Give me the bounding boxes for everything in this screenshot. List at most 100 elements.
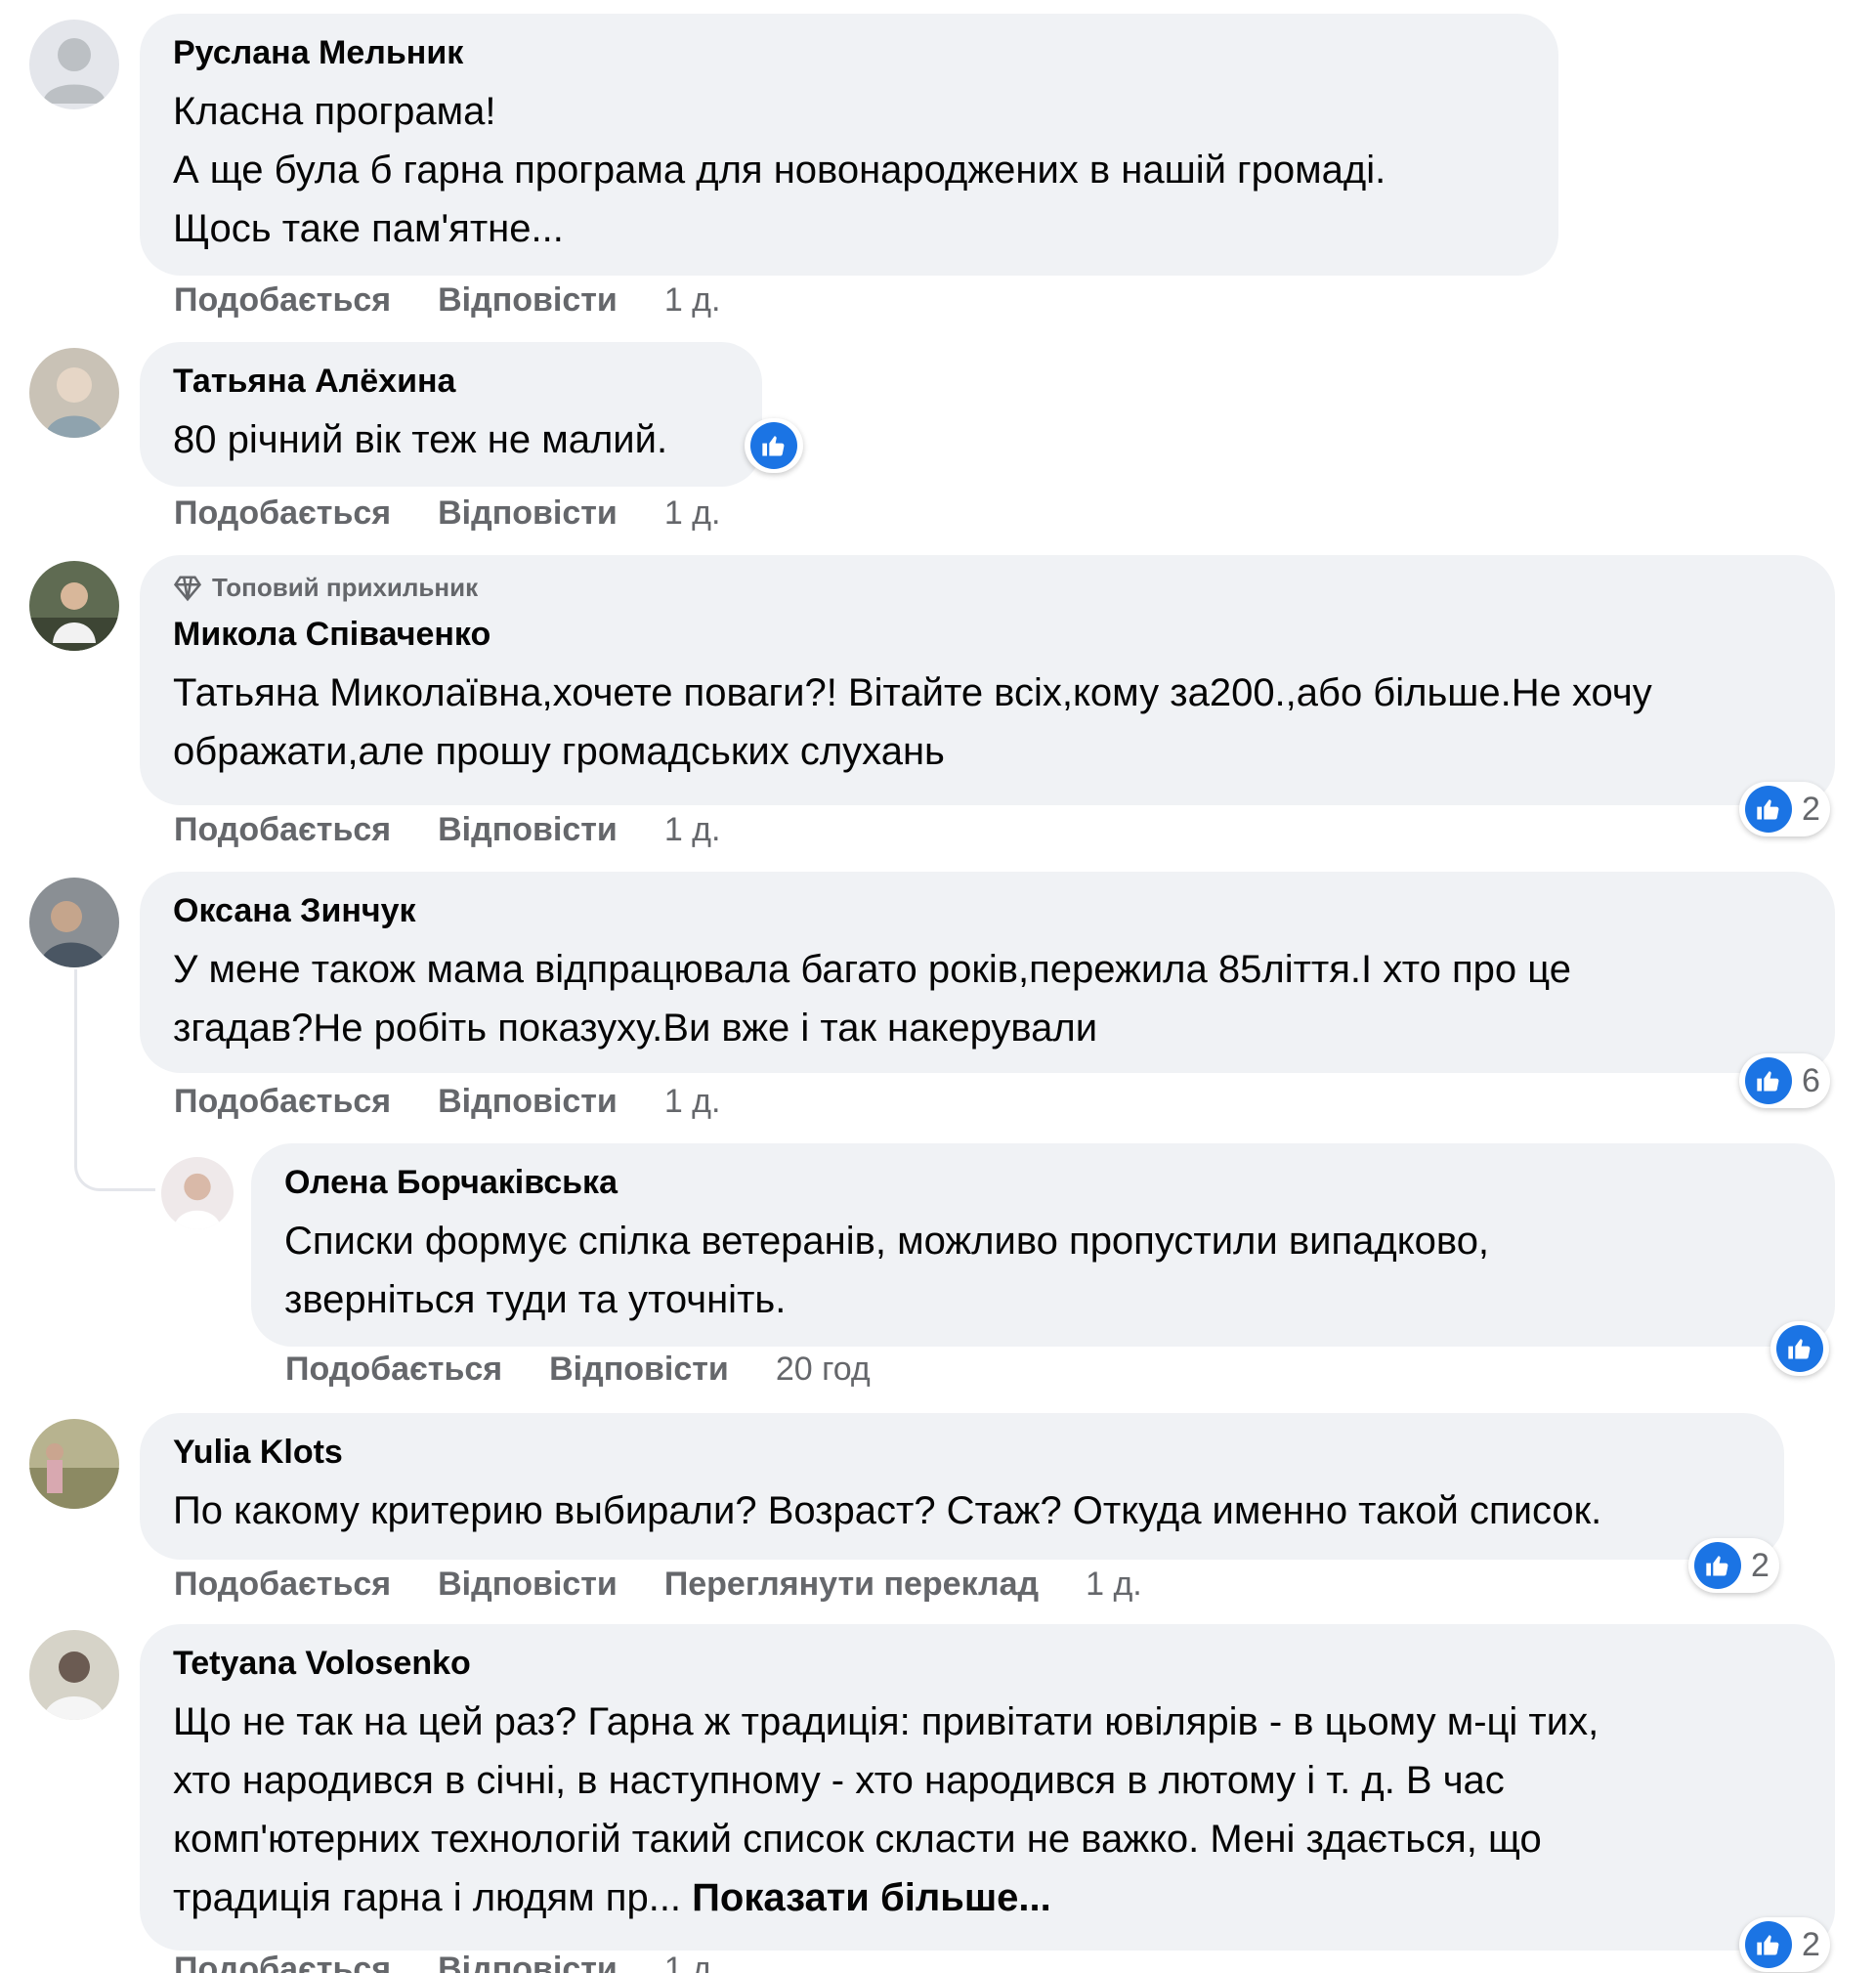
comment-line: А ще була б гарна програма для новонарод… bbox=[173, 149, 1386, 192]
reply-bubble: Олена Борчаківська Списки формує спілка … bbox=[251, 1143, 1835, 1347]
commenter-avatar[interactable] bbox=[29, 20, 119, 109]
user-photo bbox=[161, 1157, 234, 1229]
reply-button[interactable]: Відповісти bbox=[438, 811, 618, 849]
comment-timestamp[interactable]: 1 д. bbox=[664, 811, 721, 849]
comment-author[interactable]: Tetyana Volosenko bbox=[173, 1642, 1802, 1685]
comment-text: У мене також мама відпрацювала багато ро… bbox=[173, 940, 1802, 1057]
top-fan-label: Топовий прихильник bbox=[212, 573, 479, 602]
reply-button[interactable]: Відповісти bbox=[549, 1351, 729, 1389]
like-reaction-icon bbox=[1745, 1921, 1792, 1968]
truncated-text: традиція гарна і людям пр... bbox=[173, 1876, 682, 1919]
reaction-count: 2 bbox=[1751, 1546, 1769, 1584]
comment-timestamp[interactable]: 1 д. bbox=[664, 281, 721, 320]
comment-actions: Подобається Відповісти 1 д. bbox=[174, 494, 767, 533]
commenter-avatar[interactable] bbox=[29, 1419, 119, 1509]
like-button[interactable]: Подобається bbox=[285, 1351, 502, 1389]
like-reaction-icon bbox=[750, 422, 797, 469]
top-fan-badge[interactable]: Топовий прихильник bbox=[173, 573, 1802, 603]
comment-line: згадав?Не робіть показуху.Ви вже і так н… bbox=[173, 1007, 1098, 1050]
comment-text: Татьяна Миколаївна,хочете поваги?! Вітай… bbox=[173, 664, 1802, 781]
comment-line: Що не так на цей раз? Гарна ж традиція: … bbox=[173, 1700, 1599, 1743]
like-button[interactable]: Подобається bbox=[174, 1083, 391, 1121]
comment-actions: Подобається Відповісти 1 д. bbox=[174, 1951, 767, 1973]
comment-line: Щось таке пам'ятне... bbox=[173, 207, 564, 250]
comment-author[interactable]: Руслана Мельник bbox=[173, 31, 1525, 74]
reply-button[interactable]: Відповісти bbox=[438, 1566, 618, 1604]
comment-actions: Подобається Відповісти 1 д. bbox=[174, 281, 767, 320]
see-more-link[interactable]: Показати більше... bbox=[692, 1876, 1051, 1919]
reaction-count: 6 bbox=[1802, 1061, 1820, 1099]
comment-actions: Подобається Відповісти 1 д. bbox=[174, 1083, 767, 1121]
comment-author[interactable]: Татьяна Алёхина bbox=[173, 360, 729, 403]
comment-bubble: Yulia Klots По какому критерию выбирали?… bbox=[140, 1413, 1784, 1560]
comment-timestamp[interactable]: 1 д. bbox=[664, 494, 721, 533]
reaction-badge[interactable]: 2 bbox=[1739, 782, 1830, 836]
comment-line: По какому критерию выбирали? Возраст? Ст… bbox=[173, 1489, 1602, 1532]
reaction-badge[interactable]: 2 bbox=[1688, 1538, 1779, 1593]
comment-author[interactable]: Yulia Klots bbox=[173, 1431, 1751, 1474]
comment-text: Класна програма! А ще була б гарна прогр… bbox=[173, 82, 1525, 258]
like-button[interactable]: Подобається bbox=[174, 811, 391, 849]
user-photo bbox=[29, 561, 119, 651]
like-button[interactable]: Подобається bbox=[174, 1566, 391, 1604]
reply-button[interactable]: Відповісти bbox=[438, 281, 618, 320]
like-button[interactable]: Подобається bbox=[174, 281, 391, 320]
commenter-avatar[interactable] bbox=[29, 878, 119, 967]
commenter-avatar[interactable] bbox=[161, 1157, 234, 1229]
like-button[interactable]: Подобається bbox=[174, 1951, 391, 1973]
comment-line: У мене також мама відпрацювала багато ро… bbox=[173, 948, 1571, 991]
comment-author[interactable]: Оксана Зинчук bbox=[173, 889, 1802, 932]
reaction-badge[interactable] bbox=[1770, 1321, 1829, 1376]
comment-actions: Подобається Відповісти 20 год bbox=[285, 1351, 917, 1389]
like-reaction-icon bbox=[1745, 1057, 1792, 1104]
comment-bubble: Татьяна Алёхина 80 річний вік теж не мал… bbox=[140, 342, 762, 487]
comments-section: Руслана Мельник Класна програма! А ще бу… bbox=[0, 0, 1876, 1973]
reaction-badge[interactable] bbox=[745, 418, 803, 473]
comment-line: Класна програма! bbox=[173, 90, 496, 133]
comment-bubble: Топовий прихильник Микола Співаченко Тат… bbox=[140, 555, 1835, 805]
reply-button[interactable]: Відповісти bbox=[438, 1083, 618, 1121]
user-photo bbox=[29, 348, 119, 438]
comment-line: Списки формує спілка ветеранів, можливо … bbox=[284, 1220, 1490, 1263]
comment-bubble: Оксана Зинчук У мене також мама відпрацю… bbox=[140, 872, 1835, 1073]
commenter-avatar[interactable] bbox=[29, 348, 119, 438]
comment-bubble: Tetyana Volosenko Що не так на цей раз? … bbox=[140, 1624, 1835, 1951]
comment-bubble: Руслана Мельник Класна програма! А ще бу… bbox=[140, 14, 1558, 276]
comment-line: зверніться туди та уточніть. bbox=[284, 1278, 787, 1321]
comment-line: Татьяна Миколаївна,хочете поваги?! Вітай… bbox=[173, 671, 1652, 714]
reaction-badge[interactable]: 6 bbox=[1739, 1053, 1830, 1108]
like-reaction-icon bbox=[1745, 786, 1792, 833]
like-reaction-icon bbox=[1694, 1542, 1741, 1589]
comment-timestamp[interactable]: 1 д. bbox=[1086, 1566, 1142, 1604]
comment-line: хто народився в січні, в наступному - хт… bbox=[173, 1759, 1505, 1802]
comment-timestamp[interactable]: 1 д. bbox=[664, 1951, 721, 1973]
comment-line: традиція гарна і людям пр... Показати бі… bbox=[173, 1868, 1802, 1927]
reply-button[interactable]: Відповісти bbox=[438, 494, 618, 533]
comment-actions: Подобається Відповісти 1 д. bbox=[174, 811, 767, 849]
default-avatar-icon bbox=[29, 20, 119, 109]
comment-author[interactable]: Олена Борчаківська bbox=[284, 1161, 1802, 1204]
reaction-badge[interactable]: 2 bbox=[1739, 1917, 1830, 1972]
commenter-avatar[interactable] bbox=[29, 561, 119, 651]
comment-text: По какому критерию выбирали? Возраст? Ст… bbox=[173, 1481, 1751, 1540]
diamond-icon bbox=[173, 576, 202, 601]
comment-line: комп'ютерних технологій такий список скл… bbox=[173, 1818, 1542, 1861]
reply-button[interactable]: Відповісти bbox=[438, 1951, 618, 1973]
comment-text: Що не так на цей раз? Гарна ж традиція: … bbox=[173, 1693, 1802, 1927]
comment-actions: Подобається Відповісти Переглянути перек… bbox=[174, 1566, 1189, 1604]
comment-line: ображати,але прошу громадських слухань bbox=[173, 730, 945, 773]
comment-text: Списки формує спілка ветеранів, можливо … bbox=[284, 1212, 1802, 1329]
comment-text: 80 річний вік теж не малий. bbox=[173, 410, 729, 469]
comment-timestamp[interactable]: 1 д. bbox=[664, 1083, 721, 1121]
user-photo bbox=[29, 1419, 119, 1509]
like-button[interactable]: Подобається bbox=[174, 494, 391, 533]
reaction-count: 2 bbox=[1802, 790, 1820, 828]
see-translation-button[interactable]: Переглянути переклад bbox=[664, 1566, 1039, 1604]
comment-line: 80 річний вік теж не малий. bbox=[173, 418, 668, 461]
comment-timestamp[interactable]: 20 год bbox=[776, 1351, 871, 1389]
user-photo bbox=[29, 1630, 119, 1720]
reaction-count: 2 bbox=[1802, 1925, 1820, 1963]
comment-author[interactable]: Микола Співаченко bbox=[173, 613, 1802, 656]
commenter-avatar[interactable] bbox=[29, 1630, 119, 1720]
user-photo bbox=[29, 878, 119, 967]
